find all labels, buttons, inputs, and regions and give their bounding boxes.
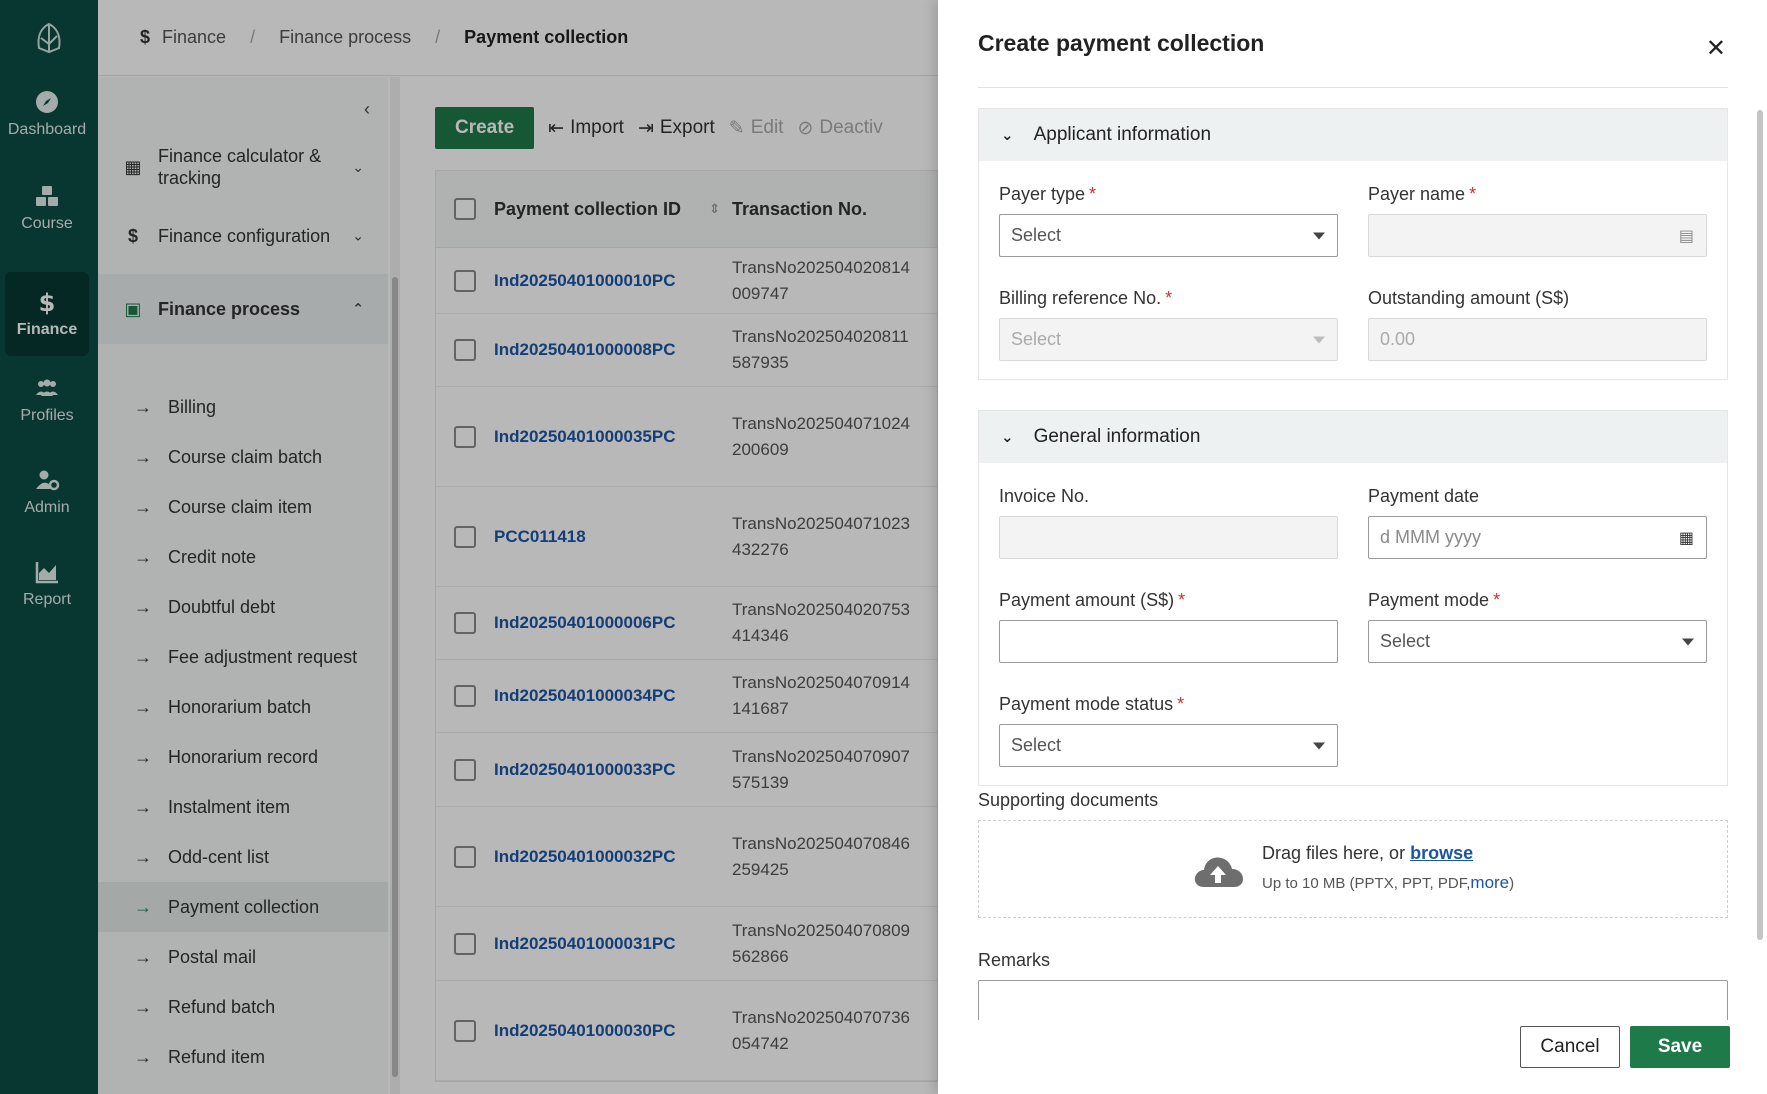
field-label: Payment amount (S$) * xyxy=(999,590,1338,611)
payer-type-field: Payer type * Select xyxy=(999,184,1338,257)
field-label: Payer name * xyxy=(1368,184,1707,205)
label-text: Payment mode status xyxy=(999,694,1174,714)
label-text: Payment amount (S$) xyxy=(999,590,1175,610)
drawer-header: Create payment collection ✕ xyxy=(978,30,1728,88)
payment-date-input[interactable]: d MMM yyyy ▦ xyxy=(1368,516,1707,559)
field-label: Billing reference No. * xyxy=(999,288,1338,309)
select-value: Select xyxy=(1380,631,1431,651)
general-section-header[interactable]: ⌄ General information xyxy=(979,411,1727,463)
modal-overlay[interactable] xyxy=(0,0,938,1094)
cloud-upload-icon xyxy=(1194,857,1243,887)
label-text: Payment mode xyxy=(1368,590,1490,610)
payment-mode-field: Payment mode * Select xyxy=(1368,590,1707,663)
calendar-icon[interactable]: ▦ xyxy=(1679,528,1694,548)
field-label: Payment mode * xyxy=(1368,590,1707,611)
field-label: Payment mode status * xyxy=(999,694,1338,715)
caret-down-icon xyxy=(1313,232,1325,239)
field-label: Outstanding amount (S$) xyxy=(1368,288,1570,308)
payment-amount-input[interactable] xyxy=(999,620,1338,663)
label-text: Payer type xyxy=(999,184,1086,204)
scrollbar-thumb[interactable] xyxy=(1757,110,1763,940)
payment-mode-select[interactable]: Select xyxy=(1368,620,1707,663)
chevron-down-icon: ⌄ xyxy=(1001,127,1014,144)
billing-reference-select[interactable]: Select xyxy=(999,318,1338,361)
drag-text: Drag files here, or xyxy=(1262,843,1406,863)
chevron-down-icon: ⌄ xyxy=(1001,429,1014,446)
outstanding-amount-input[interactable]: 0.00 xyxy=(1368,318,1707,361)
select-value: Select xyxy=(1011,225,1062,245)
drop-instructions: Drag files here, or browse xyxy=(1262,843,1473,864)
field-label: Invoice No. xyxy=(999,486,1090,506)
invoice-no-input[interactable] xyxy=(999,516,1338,559)
label-text: Billing reference No. xyxy=(999,288,1162,308)
outstanding-amount-field: Outstanding amount (S$) 0.00 xyxy=(1368,288,1707,361)
drawer-footer: Cancel Save xyxy=(938,1020,1767,1094)
applicant-section-header[interactable]: ⌄ Applicant information xyxy=(979,109,1727,161)
file-drop-zone[interactable]: Drag files here, or browse Up to 10 MB (… xyxy=(978,820,1728,918)
payment-date-field: Payment date d MMM yyyy ▦ xyxy=(1368,486,1707,559)
field-label: Payment date xyxy=(1368,486,1480,506)
required-marker: * xyxy=(1178,590,1186,610)
required-marker: * xyxy=(1165,288,1173,308)
label-text: Payer name xyxy=(1368,184,1466,204)
file-limit-text: Up to 10 MB (PPTX, PPT, PDF,more) xyxy=(1262,873,1514,893)
field-label: Payer type * xyxy=(999,184,1338,205)
payment-mode-status-field: Payment mode status * Select xyxy=(999,694,1338,767)
required-marker: * xyxy=(1493,590,1501,610)
caret-down-icon xyxy=(1313,742,1325,749)
select-value: Select xyxy=(1011,329,1062,349)
remarks-textarea[interactable] xyxy=(978,980,1728,1020)
section-title: Applicant information xyxy=(1033,124,1212,145)
close-paren: ) xyxy=(1509,875,1515,892)
required-marker: * xyxy=(1177,694,1185,714)
section-title: General information xyxy=(1033,426,1201,447)
drawer-title: Create payment collection xyxy=(978,30,1265,56)
general-information-section: ⌄ General information Invoice No. Paymen… xyxy=(978,410,1728,786)
create-payment-collection-drawer: Create payment collection ✕ ⌄ Applicant … xyxy=(938,0,1767,1094)
limit-text: Up to 10 MB (PPTX, PPT, PDF, xyxy=(1262,875,1471,892)
payment-mode-status-select[interactable]: Select xyxy=(999,724,1338,767)
save-button[interactable]: Save xyxy=(1630,1026,1730,1068)
payment-amount-field: Payment amount (S$) * xyxy=(999,590,1338,663)
browse-link[interactable]: browse xyxy=(1410,843,1473,863)
applicant-information-section: ⌄ Applicant information Payer type * Sele… xyxy=(978,108,1728,380)
cancel-button[interactable]: Cancel xyxy=(1520,1026,1620,1068)
drawer-body: ⌄ Applicant information Payer type * Sele… xyxy=(978,108,1728,1020)
input-placeholder: d MMM yyyy xyxy=(1380,527,1481,547)
more-link[interactable]: more xyxy=(1470,873,1509,892)
input-value: 0.00 xyxy=(1380,329,1416,349)
close-icon[interactable]: ✕ xyxy=(1706,34,1726,63)
drawer-scrollbar[interactable] xyxy=(1755,96,1765,1020)
supporting-documents-label: Supporting documents xyxy=(978,790,1159,810)
required-marker: * xyxy=(1469,184,1477,204)
caret-down-icon xyxy=(1313,336,1325,343)
required-marker: * xyxy=(1089,184,1097,204)
invoice-no-field: Invoice No. xyxy=(999,486,1338,559)
contact-card-icon[interactable]: ▤ xyxy=(1679,226,1694,246)
billing-reference-field: Billing reference No. * Select xyxy=(999,288,1338,361)
select-value: Select xyxy=(1011,735,1062,755)
payer-name-input[interactable]: ▤ xyxy=(1368,214,1707,257)
remarks-label: Remarks xyxy=(978,950,1051,970)
caret-down-icon xyxy=(1682,638,1694,645)
payer-type-select[interactable]: Select xyxy=(999,214,1338,257)
payer-name-field: Payer name * ▤ xyxy=(1368,184,1707,257)
